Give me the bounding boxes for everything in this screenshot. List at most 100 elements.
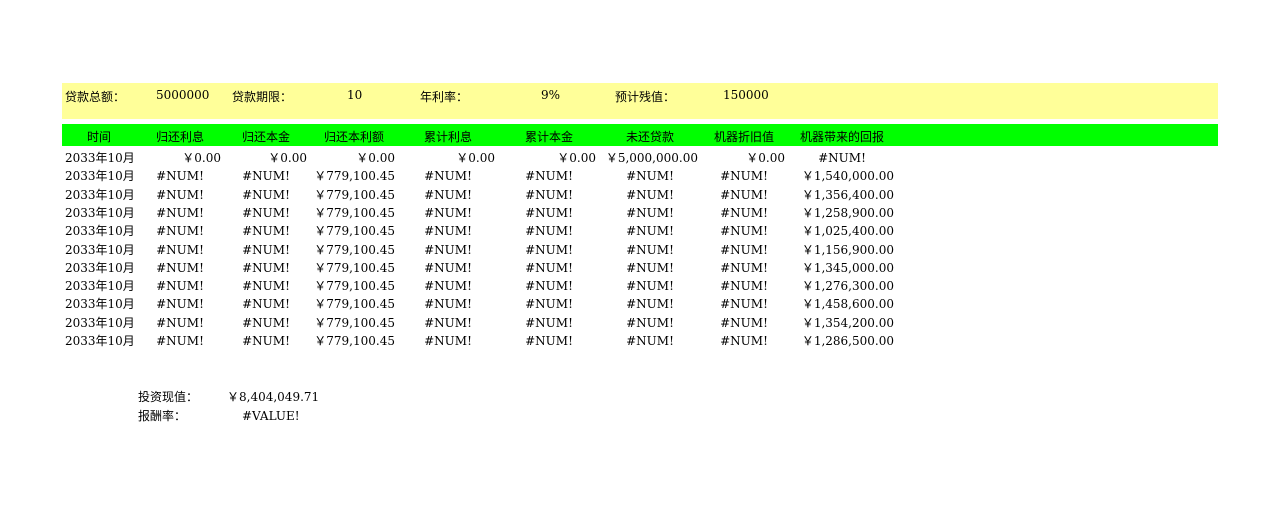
table-cell[interactable]: #NUM! [156,314,204,332]
table-cell[interactable]: ￥779,100.45 [314,204,395,222]
table-cell[interactable]: ￥1,356,400.00 [802,186,894,204]
table-cell[interactable]: #NUM! [720,295,768,313]
table-row-date[interactable]: 2033年10月 [65,167,135,185]
table-cell[interactable]: #NUM! [720,186,768,204]
table-cell[interactable]: ￥0.00 [456,149,495,167]
column-header[interactable]: 累计本金 [525,128,573,145]
column-header[interactable]: 未还贷款 [626,128,674,145]
table-cell[interactable]: #NUM! [424,204,472,222]
table-cell[interactable]: ￥1,276,300.00 [802,277,894,295]
table-row-date[interactable]: 2033年10月 [65,295,135,313]
table-cell[interactable]: ￥1,540,000.00 [802,167,894,185]
table-cell[interactable]: ￥1,354,200.00 [802,314,894,332]
loan-total-value[interactable]: 5000000 [156,88,209,102]
table-cell[interactable]: #NUM! [525,332,573,350]
table-cell[interactable]: #NUM! [525,204,573,222]
table-cell[interactable]: ￥779,100.45 [314,259,395,277]
table-row-date[interactable]: 2033年10月 [65,314,135,332]
table-cell[interactable]: #NUM! [242,332,290,350]
table-cell[interactable]: #NUM! [242,277,290,295]
table-cell[interactable]: #NUM! [626,222,674,240]
table-cell[interactable]: #NUM! [525,314,573,332]
column-header[interactable]: 归还利息 [156,128,204,145]
table-cell[interactable]: #NUM! [525,241,573,259]
column-header[interactable]: 累计利息 [424,128,472,145]
table-cell[interactable]: #NUM! [156,167,204,185]
table-cell[interactable]: ￥1,025,400.00 [802,222,894,240]
table-cell[interactable]: #NUM! [720,204,768,222]
table-row-date[interactable]: 2033年10月 [65,149,135,167]
table-cell[interactable]: #NUM! [242,204,290,222]
table-cell[interactable]: ￥779,100.45 [314,241,395,259]
table-cell[interactable]: ￥779,100.45 [314,277,395,295]
table-cell[interactable]: #NUM! [424,295,472,313]
table-cell[interactable]: ￥1,258,900.00 [802,204,894,222]
table-cell[interactable]: ￥779,100.45 [314,167,395,185]
table-cell[interactable]: #NUM! [818,149,866,167]
table-cell[interactable]: #NUM! [720,277,768,295]
table-cell[interactable]: #NUM! [525,259,573,277]
table-cell[interactable]: #NUM! [424,314,472,332]
column-header[interactable]: 归还本金 [242,128,290,145]
table-cell[interactable]: #NUM! [424,277,472,295]
table-row-date[interactable]: 2033年10月 [65,332,135,350]
table-cell[interactable]: #NUM! [525,295,573,313]
table-cell[interactable]: #NUM! [424,167,472,185]
table-cell[interactable]: ￥1,458,600.00 [802,295,894,313]
table-cell[interactable]: #NUM! [156,241,204,259]
table-cell[interactable]: ￥5,000,000.00 [606,149,698,167]
table-cell[interactable]: #NUM! [156,259,204,277]
table-cell[interactable]: #NUM! [424,259,472,277]
irr-value[interactable]: #VALUE! [242,407,300,425]
table-cell[interactable]: #NUM! [720,222,768,240]
table-cell[interactable]: ￥0.00 [356,149,395,167]
table-cell[interactable]: #NUM! [626,314,674,332]
table-cell[interactable]: #NUM! [242,314,290,332]
table-cell[interactable]: #NUM! [626,332,674,350]
table-cell[interactable]: #NUM! [720,314,768,332]
table-cell[interactable]: ￥1,156,900.00 [802,241,894,259]
table-cell[interactable]: #NUM! [156,295,204,313]
table-cell[interactable]: #NUM! [242,295,290,313]
table-cell[interactable]: #NUM! [720,167,768,185]
table-cell[interactable]: #NUM! [720,332,768,350]
table-cell[interactable]: ￥0.00 [268,149,307,167]
column-header[interactable]: 时间 [87,128,111,145]
table-cell[interactable]: ￥779,100.45 [314,222,395,240]
table-cell[interactable]: #NUM! [525,167,573,185]
table-cell[interactable]: #NUM! [626,167,674,185]
table-cell[interactable]: ￥0.00 [746,149,785,167]
npv-value[interactable]: ￥8,404,049.71 [227,388,319,406]
table-row-date[interactable]: 2033年10月 [65,241,135,259]
column-header[interactable]: 机器带来的回报 [800,128,884,145]
table-cell[interactable]: #NUM! [242,186,290,204]
table-row-date[interactable]: 2033年10月 [65,186,135,204]
table-cell[interactable]: #NUM! [626,259,674,277]
table-cell[interactable]: ￥779,100.45 [314,186,395,204]
table-cell[interactable]: #NUM! [525,186,573,204]
table-cell[interactable]: #NUM! [242,241,290,259]
table-cell[interactable]: ￥1,345,000.00 [802,259,894,277]
table-row-date[interactable]: 2033年10月 [65,222,135,240]
table-cell[interactable]: #NUM! [424,222,472,240]
table-cell[interactable]: #NUM! [156,186,204,204]
table-cell[interactable]: #NUM! [525,277,573,295]
table-cell[interactable]: #NUM! [720,241,768,259]
table-cell[interactable]: #NUM! [424,186,472,204]
table-row-date[interactable]: 2033年10月 [65,277,135,295]
table-row-date[interactable]: 2033年10月 [65,204,135,222]
table-cell[interactable]: ￥0.00 [182,149,221,167]
loan-term-value[interactable]: 10 [347,88,362,102]
table-cell[interactable]: ￥779,100.45 [314,314,395,332]
table-cell[interactable]: #NUM! [242,259,290,277]
table-cell[interactable]: #NUM! [626,204,674,222]
table-cell[interactable]: #NUM! [156,277,204,295]
rate-value[interactable]: 9% [541,88,560,102]
table-cell[interactable]: #NUM! [626,277,674,295]
table-cell[interactable]: #NUM! [156,332,204,350]
table-cell[interactable]: ￥779,100.45 [314,332,395,350]
table-cell[interactable]: #NUM! [424,332,472,350]
table-cell[interactable]: #NUM! [156,222,204,240]
residual-value[interactable]: 150000 [723,88,769,102]
table-row-date[interactable]: 2033年10月 [65,259,135,277]
